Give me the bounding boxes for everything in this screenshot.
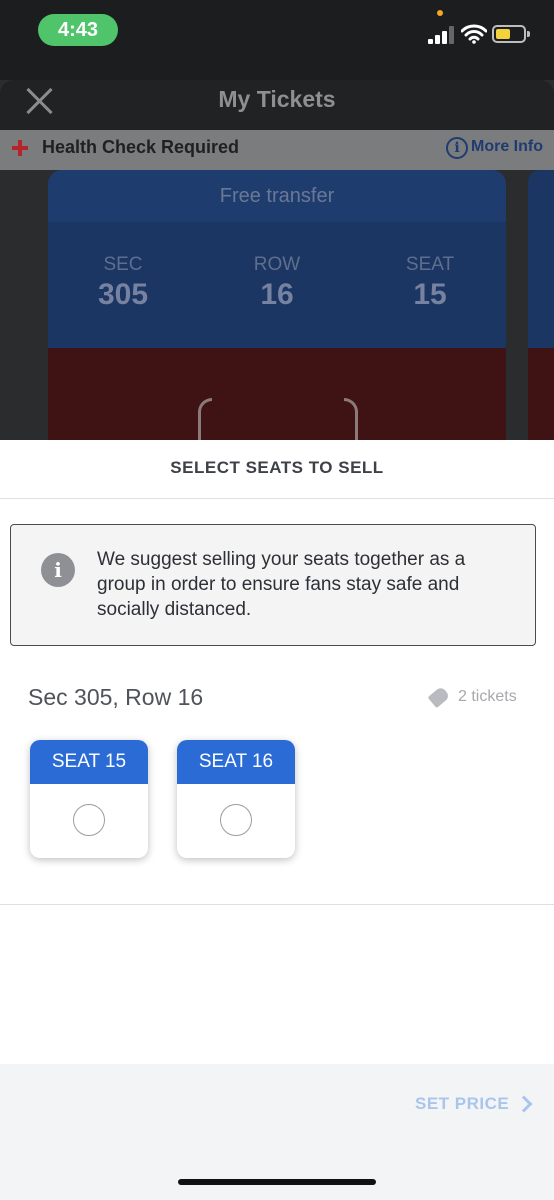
battery-icon — [492, 25, 530, 43]
privacy-indicator-dot — [437, 10, 443, 16]
sheet-title: SELECT SEATS TO SELL — [170, 458, 384, 477]
ticket-count: 2 tickets — [458, 688, 517, 705]
status-time: 4:43 — [38, 14, 118, 46]
more-info-link[interactable]: More Info — [471, 138, 543, 156]
row-label: ROW — [253, 254, 301, 275]
seat-value: 15 — [413, 278, 447, 311]
info-icon: i — [41, 553, 75, 587]
divider — [0, 498, 554, 499]
ticket-artwork — [528, 348, 554, 440]
chevron-right-icon[interactable] — [515, 1095, 533, 1113]
ticket-artwork — [48, 348, 506, 440]
ticket-transfer-label: Free transfer — [48, 170, 506, 222]
artwork-decoration — [198, 398, 212, 440]
health-check-label: Health Check Required — [42, 137, 240, 157]
set-price-button[interactable]: SET PRICE — [415, 1094, 509, 1114]
ticket-seat: SEAT 15 — [355, 254, 505, 312]
next-ticket-card[interactable] — [528, 170, 554, 440]
status-bar: 4:43 — [0, 0, 554, 80]
health-check-banner: Health Check Required i More Info — [0, 130, 554, 170]
my-tickets-screen-dimmed: My Tickets Health Check Required i More … — [0, 80, 554, 440]
info-icon[interactable]: i — [446, 137, 468, 159]
red-cross-icon — [12, 140, 28, 156]
ticket-tag-icon — [427, 685, 451, 709]
divider — [0, 904, 554, 905]
seat-option-label: SEAT 16 — [177, 740, 295, 784]
seat-label: SEAT — [405, 254, 455, 275]
page-title: My Tickets — [218, 86, 336, 112]
artwork-decoration — [344, 398, 358, 440]
notice-text: We suggest selling your seats together a… — [97, 549, 466, 620]
ticket-seat-info: SEC 305 ROW 16 SEAT 15 — [48, 222, 506, 348]
seat-radio-button[interactable] — [73, 804, 105, 836]
ticket-row: ROW 16 — [202, 254, 352, 312]
seat-radio-button[interactable] — [220, 804, 252, 836]
seat-option-15[interactable]: SEAT 15 — [30, 740, 148, 858]
sec-value: 305 — [97, 278, 149, 311]
home-indicator[interactable] — [178, 1179, 376, 1185]
row-value: 16 — [260, 278, 294, 311]
ticket-card[interactable]: Free transfer SEC 305 ROW 16 SEAT 15 — [48, 170, 506, 440]
sec-label: SEC — [103, 254, 143, 275]
seat-option-16[interactable]: SEAT 16 — [177, 740, 295, 858]
select-seats-sheet: SELECT SEATS TO SELL i We suggest sellin… — [0, 440, 554, 1200]
cellular-signal-icon — [428, 26, 454, 44]
ticket-sec: SEC 305 — [48, 254, 198, 312]
section-row-title: Sec 305, Row 16 — [28, 684, 204, 710]
distancing-notice: i We suggest selling your seats together… — [10, 524, 536, 646]
seat-option-label: SEAT 15 — [30, 740, 148, 784]
wifi-icon — [461, 24, 487, 44]
nav-bar: My Tickets — [0, 80, 554, 130]
